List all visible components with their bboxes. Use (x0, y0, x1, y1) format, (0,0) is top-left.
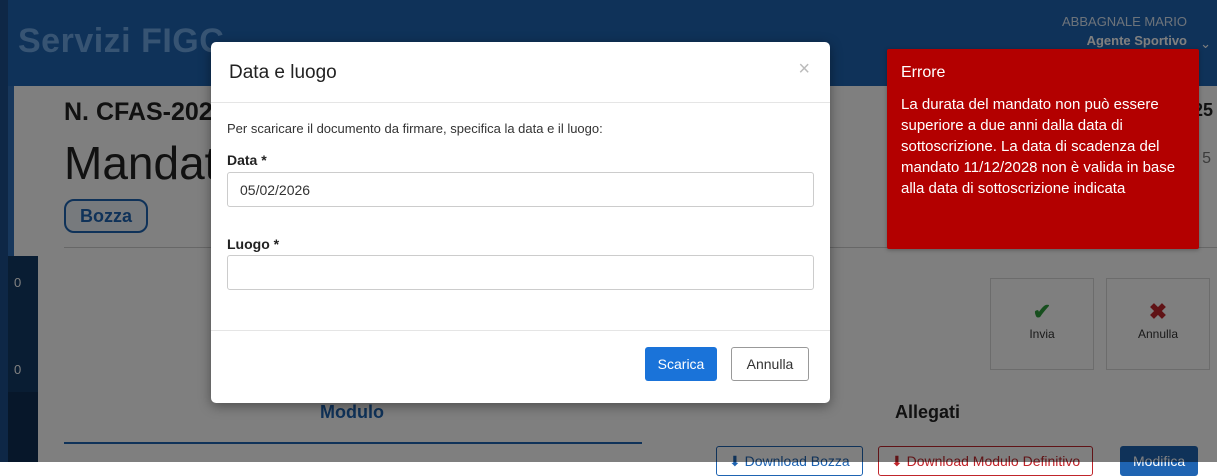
close-icon[interactable]: × (798, 58, 810, 81)
error-toast[interactable]: Errore La durata del mandato non può ess… (887, 49, 1199, 249)
data-luogo-dialog: Data e luogo × Per scaricare il document… (211, 42, 830, 403)
scarica-button[interactable]: Scarica (645, 347, 717, 381)
modal-header: Data e luogo × (211, 42, 830, 103)
data-field[interactable]: 05/02/2026 (227, 172, 814, 207)
modal-footer-divider (211, 330, 830, 331)
luogo-field[interactable] (227, 255, 814, 290)
luogo-field-label: Luogo * (227, 236, 280, 252)
modal-title: Data e luogo (229, 62, 337, 83)
modal-intro-text: Per scaricare il documento da firmare, s… (227, 121, 603, 136)
toast-title: Errore (901, 64, 946, 81)
data-field-label: Data * (227, 152, 267, 168)
annulla-button[interactable]: Annulla (731, 347, 809, 381)
toast-message: La durata del mandato non può essere sup… (901, 96, 1176, 197)
